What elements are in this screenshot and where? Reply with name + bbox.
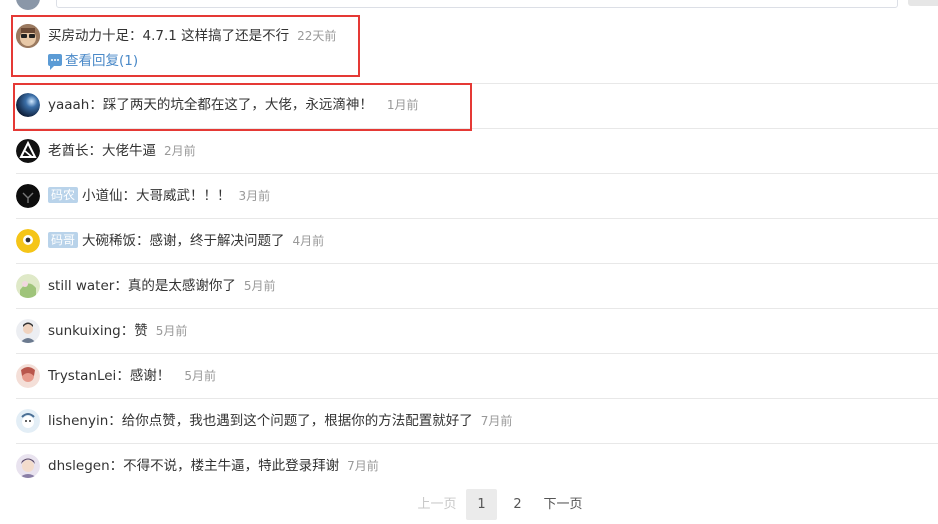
- comment-username[interactable]: still water: [48, 278, 114, 294]
- divider: [16, 308, 938, 309]
- view-replies-label: 查看回复(1): [65, 53, 139, 69]
- divider: [16, 443, 938, 444]
- comment-time: 1月前: [386, 98, 419, 112]
- comment-time: 5月前: [243, 279, 276, 293]
- current-user-avatar: [16, 0, 40, 10]
- comment-row: sunkuixing：赞 5月前: [48, 322, 187, 340]
- colon: ：: [108, 413, 122, 429]
- comment-text: 给你点赞，我也遇到这个问题了，根据你的方法配置就好了: [121, 413, 473, 429]
- colon: ：: [120, 323, 135, 339]
- comment-text: 踩了两天的坑全都在这了，大佬，永远滴神！: [102, 97, 373, 113]
- divider: [16, 263, 938, 264]
- comment-text: 感谢，终于解决问题了: [149, 233, 285, 249]
- comment-row: 买房动力十足：4.7.1 这样搞了还是不行 22天前: [48, 27, 336, 45]
- avatar[interactable]: [16, 229, 40, 253]
- comment-time: 4月前: [292, 234, 325, 248]
- avatar[interactable]: [16, 319, 40, 343]
- comment-row: TrystanLei：感谢！ 5月前: [48, 367, 216, 385]
- avatar[interactable]: [16, 24, 40, 48]
- comment-row: 码哥 大碗稀饭：感谢，终于解决问题了 4月前: [48, 232, 324, 250]
- divider: [16, 353, 938, 354]
- comment-username[interactable]: lishenyin: [48, 413, 108, 429]
- divider: [16, 173, 938, 174]
- comment-username[interactable]: dhslegen: [48, 458, 110, 474]
- colon: ：: [89, 97, 103, 113]
- comment-username[interactable]: TrystanLei: [48, 368, 116, 384]
- user-badge: 码农: [48, 187, 79, 203]
- comment-text: 真的是太感谢你了: [127, 278, 236, 294]
- comment-text: 大佬牛逼: [102, 143, 156, 159]
- colon: ：: [114, 278, 128, 294]
- avatar[interactable]: [16, 454, 40, 478]
- page-button-2[interactable]: 2: [502, 489, 533, 520]
- comment-row: 码农 小道仙：大哥威武！！！ 3月前: [48, 187, 270, 205]
- avatar[interactable]: [16, 139, 40, 163]
- view-replies-link[interactable]: 查看回复(1): [48, 52, 138, 70]
- prev-page-button: 上一页: [417, 497, 457, 512]
- comment-text: 感谢！: [129, 368, 171, 384]
- comment-row: dhslegen：不得不说，楼主牛逼，特此登录拜谢 7月前: [48, 457, 379, 475]
- comment-username[interactable]: 买房动力十足: [48, 28, 129, 44]
- comment-row: still water：真的是太感谢你了 5月前: [48, 277, 275, 295]
- comment-text: 不得不说，楼主牛逼，特此登录拜谢: [123, 458, 340, 474]
- comment-row: yaaah：踩了两天的坑全都在这了，大佬，永远滴神！ 1月前: [48, 96, 419, 114]
- comment-input[interactable]: [56, 0, 898, 8]
- comment-bubble-icon: [48, 54, 62, 70]
- avatar[interactable]: [16, 184, 40, 208]
- comment-time: 7月前: [347, 459, 379, 473]
- comment-time: 3月前: [238, 189, 271, 203]
- colon: ：: [109, 458, 124, 474]
- divider: [16, 398, 938, 399]
- comment-username[interactable]: 大碗稀饭: [82, 233, 136, 249]
- divider: [16, 218, 938, 219]
- avatar[interactable]: [16, 93, 40, 117]
- avatar[interactable]: [16, 274, 40, 298]
- colon: ：: [116, 368, 130, 384]
- comment-username[interactable]: yaaah: [48, 97, 89, 113]
- comment-text: 4.7.1 这样搞了还是不行: [142, 28, 290, 44]
- comment-username[interactable]: 老酋长: [48, 143, 89, 159]
- comment-row: lishenyin：给你点赞，我也遇到这个问题了，根据你的方法配置就好了 7月前: [48, 412, 512, 430]
- comment-text: 赞: [134, 323, 148, 339]
- next-page-button[interactable]: 下一页: [540, 489, 586, 520]
- avatar[interactable]: [16, 364, 40, 388]
- comment-time: 2月前: [164, 144, 196, 158]
- colon: ：: [136, 233, 150, 249]
- comment-input-bar: [0, 0, 938, 14]
- colon: ：: [88, 143, 103, 159]
- comment-text: 大哥威武！！！: [136, 188, 231, 204]
- comment-time: 5月前: [184, 369, 216, 383]
- comment-username[interactable]: 小道仙: [82, 188, 123, 204]
- page-button-1[interactable]: 1: [466, 489, 497, 520]
- colon: ：: [122, 188, 137, 204]
- avatar[interactable]: [16, 409, 40, 433]
- colon: ：: [129, 28, 143, 44]
- comment-time: 7月前: [480, 414, 513, 428]
- comment-row: 老酋长：大佬牛逼 2月前: [48, 142, 196, 160]
- comment-time: 5月前: [155, 324, 188, 338]
- comment-time: 22天前: [297, 29, 337, 43]
- submit-comment-button[interactable]: [908, 0, 938, 6]
- comment-username[interactable]: sunkuixing: [48, 323, 121, 339]
- user-badge: 码哥: [48, 232, 79, 248]
